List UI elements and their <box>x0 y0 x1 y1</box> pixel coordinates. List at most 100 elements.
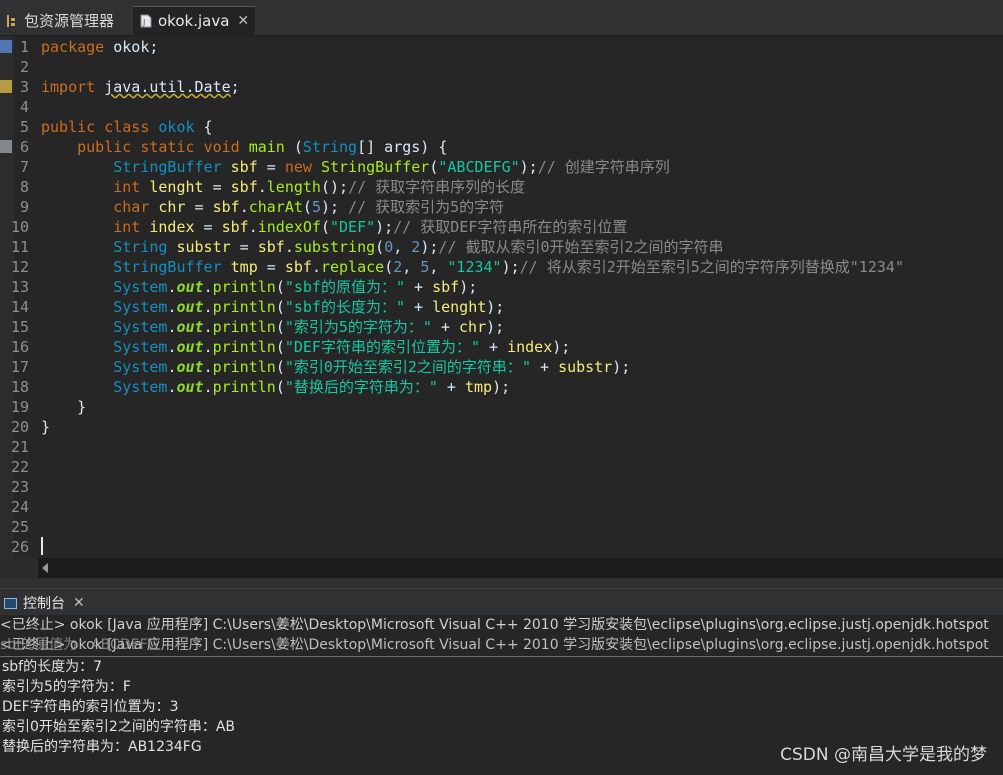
code-text: System.out.println("DEF字符串的索引位置为：" + ind… <box>41 337 570 357</box>
code-token: ); <box>486 318 505 336</box>
code-token: ); <box>519 158 538 176</box>
code-token: public <box>77 138 132 156</box>
code-token: = <box>257 258 285 276</box>
code-token: . <box>284 238 294 256</box>
line-number: 11 <box>10 238 29 256</box>
code-line: 16 System.out.println("DEF字符串的索引位置为：" + … <box>0 337 1003 357</box>
line-number: 14 <box>10 298 29 316</box>
code-text: } <box>41 417 50 437</box>
console-output-line: DEF字符串的索引位置为：3 <box>2 699 179 715</box>
code-token: // 将从索引2开始至索引5之间的字符序列替换成"1234" <box>519 258 904 276</box>
code-token: + <box>530 358 559 376</box>
code-line: 3 import java.util.Date; <box>0 77 1003 97</box>
code-line: 1 package okok; <box>0 37 1003 57</box>
code-token: = <box>257 158 285 176</box>
tab-package-explorer-label: 包资源管理器 <box>24 12 115 30</box>
console-output-line: 索引为5的字符为：F <box>2 679 131 695</box>
close-icon[interactable]: ✕ <box>237 13 249 29</box>
code-token: out <box>176 278 204 296</box>
code-token: 5 <box>420 258 430 276</box>
code-token: ); <box>375 218 394 236</box>
tab-okok-java[interactable]: J okok.java ✕ <box>133 6 255 35</box>
code-line: 18 System.out.println("替换后的字符串为：" + tmp)… <box>0 377 1003 397</box>
code-text: System.out.println("sbf的原值为：" + sbf); <box>41 277 477 297</box>
code-token: + <box>405 278 433 296</box>
code-token: println <box>212 378 276 396</box>
code-line: 13 System.out.println("sbf的原值为：" + sbf); <box>0 277 1003 297</box>
code-token: sbf <box>230 178 258 196</box>
code-line: 12 StringBuffer tmp = sbf.replace(2, 5, … <box>0 257 1003 277</box>
code-text: package okok; <box>41 37 158 57</box>
line-number: 2 <box>19 58 29 76</box>
code-editor[interactable]: 1 package okok; 2 3 import java.util.Date; 4 5… <box>0 36 1003 558</box>
code-token: tmp <box>465 378 493 396</box>
package-explorer-icon <box>6 14 18 28</box>
code-text: System.out.println("替换后的字符串为：" + tmp); <box>41 377 510 397</box>
console-status-line: <已终止> okok [Java 应用程序] C:\Users\姜松\Deskt… <box>0 617 989 633</box>
code-token: println <box>212 358 276 376</box>
code-line: 19 } <box>0 397 1003 417</box>
code-text: StringBuffer sbf = new StringBuffer("ABC… <box>41 157 670 177</box>
code-token: . <box>203 338 213 356</box>
tab-console-label: 控制台 <box>23 596 65 612</box>
code-token: ( <box>275 298 285 316</box>
line-number: 5 <box>19 118 29 136</box>
code-token: int <box>113 178 141 196</box>
close-icon[interactable]: ✕ <box>73 595 85 611</box>
horizontal-scrollbar[interactable] <box>38 558 1003 578</box>
code-token: , <box>429 258 448 276</box>
code-token: 2 <box>411 238 421 256</box>
line-number: 4 <box>19 98 29 116</box>
code-token: = <box>203 178 231 196</box>
code-token: "sbf的原值为：" <box>284 278 405 296</box>
code-text: int lenght = sbf.length();// 获取字符串序列的长度 <box>41 177 525 197</box>
code-line: 25 <box>0 517 1003 537</box>
code-token: ( <box>275 358 285 376</box>
code-token: , <box>402 258 421 276</box>
code-line: 24 <box>0 497 1003 517</box>
code-token: out <box>176 358 204 376</box>
code-token: "1234" <box>447 258 502 276</box>
code-token: ( <box>302 198 312 216</box>
code-token: String <box>302 138 358 156</box>
line-number: 21 <box>10 438 29 456</box>
code-token: substr <box>558 358 613 376</box>
code-token: + <box>405 298 433 316</box>
code-token: println <box>212 278 276 296</box>
code-token: ( <box>275 318 285 336</box>
code-text: } <box>41 397 86 417</box>
code-token: "DEF" <box>330 218 376 236</box>
code-token: . <box>203 278 213 296</box>
code-token: sbf <box>212 198 240 216</box>
code-token: . <box>203 318 213 336</box>
code-token: // 获取索引为5的字符 <box>348 198 505 216</box>
code-token: out <box>176 378 204 396</box>
code-token: println <box>212 338 276 356</box>
line-number: 22 <box>10 458 29 476</box>
code-token: + <box>480 338 508 356</box>
console-panel[interactable]: <已终止> okok [Java 应用程序] C:\Users\姜松\Deskt… <box>0 615 1003 775</box>
code-text: System.out.println("索引0开始至索引2之间的字符串：" + … <box>41 357 630 377</box>
code-token: out <box>176 298 204 316</box>
console-first-output: sbf的原值为：ABCDEFG <box>0 637 159 653</box>
code-token: ); <box>486 298 505 316</box>
code-token: chr <box>158 198 186 216</box>
code-token: lenght <box>432 298 487 316</box>
line-number: 25 <box>10 518 29 536</box>
code-token: package <box>41 38 105 56</box>
tab-console[interactable]: 控制台 ✕ <box>4 592 85 614</box>
code-token: sbf <box>257 238 285 256</box>
tab-package-explorer[interactable]: 包资源管理器 <box>0 6 114 35</box>
scroll-left-icon[interactable] <box>42 563 48 573</box>
code-token: lenght <box>149 178 204 196</box>
code-token: // 获取DEF字符串所在的索引位置 <box>393 218 628 236</box>
warning-marker-icon <box>0 80 12 93</box>
code-line: 6 public static void main (String[] args… <box>0 137 1003 157</box>
code-token: . <box>257 178 267 196</box>
code-token: tmp <box>230 258 258 276</box>
